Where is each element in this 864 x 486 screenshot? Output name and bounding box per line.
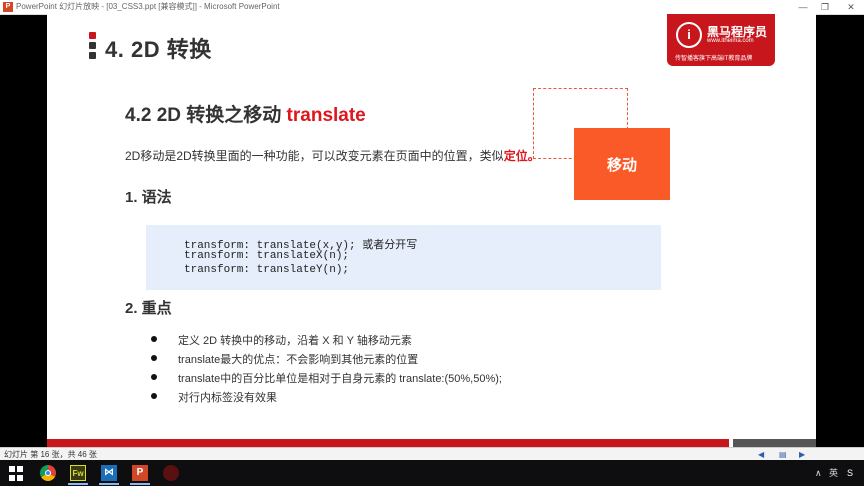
title-bar-red: [89, 32, 96, 39]
close-button[interactable]: ✕: [840, 0, 862, 14]
subtitle-prefix: 4.2 2D 转换之移动: [125, 105, 287, 126]
running-indicator: [68, 483, 88, 485]
powerpoint-icon[interactable]: P: [132, 465, 148, 481]
window-titlebar: P PowerPoint 幻灯片放映 - [03_CSS3.ppt [兼容模式]…: [0, 0, 864, 15]
bullet-icon: [151, 374, 157, 380]
powerpoint-app-icon[interactable]: P: [3, 2, 13, 12]
logo-mark-icon: i: [676, 22, 702, 48]
bullet-text: translate最大的优点：不会影响到其他元素的位置: [178, 354, 419, 366]
title-decoration-bars: [89, 32, 96, 62]
vscode-icon[interactable]: ⋈: [101, 465, 117, 481]
windows-start-icon[interactable]: [8, 465, 24, 481]
status-bar: 幻灯片 第 16 张，共 46 张 ◀ ▤ ▶: [0, 447, 864, 461]
bullet-icon: [151, 393, 157, 399]
intro-paragraph: 2D移动是2D转换里面的一种功能，可以改变元素在页面中的位置，类似定位。: [125, 147, 540, 164]
fireworks-icon[interactable]: Fw: [70, 465, 86, 481]
windows-taskbar: Fw ⋈ P ∧ 英 S: [0, 460, 864, 486]
bullet-icon: [151, 336, 157, 342]
chrome-icon[interactable]: [40, 465, 56, 481]
footer-red-bar: [47, 439, 729, 447]
slide-title: 4. 2D 转换: [105, 37, 212, 62]
footer-gray-bar: [733, 439, 816, 447]
notification-icon[interactable]: S: [847, 460, 853, 486]
logo-url: www.itheima.com: [707, 38, 754, 44]
moved-box-label: 移动: [606, 156, 637, 174]
subtitle-highlight: translate: [286, 105, 366, 126]
bullet-text: translate中的百分比单位是相对于自身元素的 translate:(50%…: [178, 373, 502, 385]
itheima-logo: i 黑马程序员 www.itheima.com 传智播客旗下高端IT教育品牌: [667, 14, 775, 66]
syntax-heading: 1. 语法: [125, 189, 172, 206]
restore-button[interactable]: ❐: [814, 0, 836, 14]
bullet-icon: [151, 355, 157, 361]
intro-text: 2D移动是2D转换里面的一种功能，可以改变元素在页面中的位置，类似: [125, 149, 504, 163]
code-line: transform: translateY(n);: [184, 264, 350, 276]
moved-box: 移动: [574, 128, 670, 200]
code-line: transform: translateX(n);: [184, 250, 350, 262]
slide-canvas[interactable]: 4. 2D 转换 i 黑马程序员 www.itheima.com 传智播客旗下高…: [47, 14, 816, 447]
bullet-text: 对行内标签没有效果: [178, 392, 277, 404]
title-bar-dark: [89, 52, 96, 59]
logo-slogan: 传智播客旗下高端IT教育品牌: [675, 56, 753, 62]
recorder-icon[interactable]: [163, 465, 179, 481]
key-points-heading: 2. 重点: [125, 300, 172, 317]
tray-expand-icon[interactable]: ∧: [815, 460, 822, 486]
title-bar-dark: [89, 42, 96, 49]
bullet-text: 定义 2D 转换中的移动，沿着 X 和 Y 轴移动元素: [178, 335, 412, 347]
minimize-button[interactable]: —: [792, 0, 814, 14]
window-title: PowerPoint 幻灯片放映 - [03_CSS3.ppt [兼容模式]] …: [16, 2, 280, 11]
section-subtitle: 4.2 2D 转换之移动 translate: [125, 100, 366, 127]
ime-indicator[interactable]: 英: [829, 460, 838, 486]
code-block: transform: translate(x,y); 或者分开写 transfo…: [146, 225, 661, 290]
running-indicator: [99, 483, 119, 485]
running-indicator: [130, 483, 150, 485]
